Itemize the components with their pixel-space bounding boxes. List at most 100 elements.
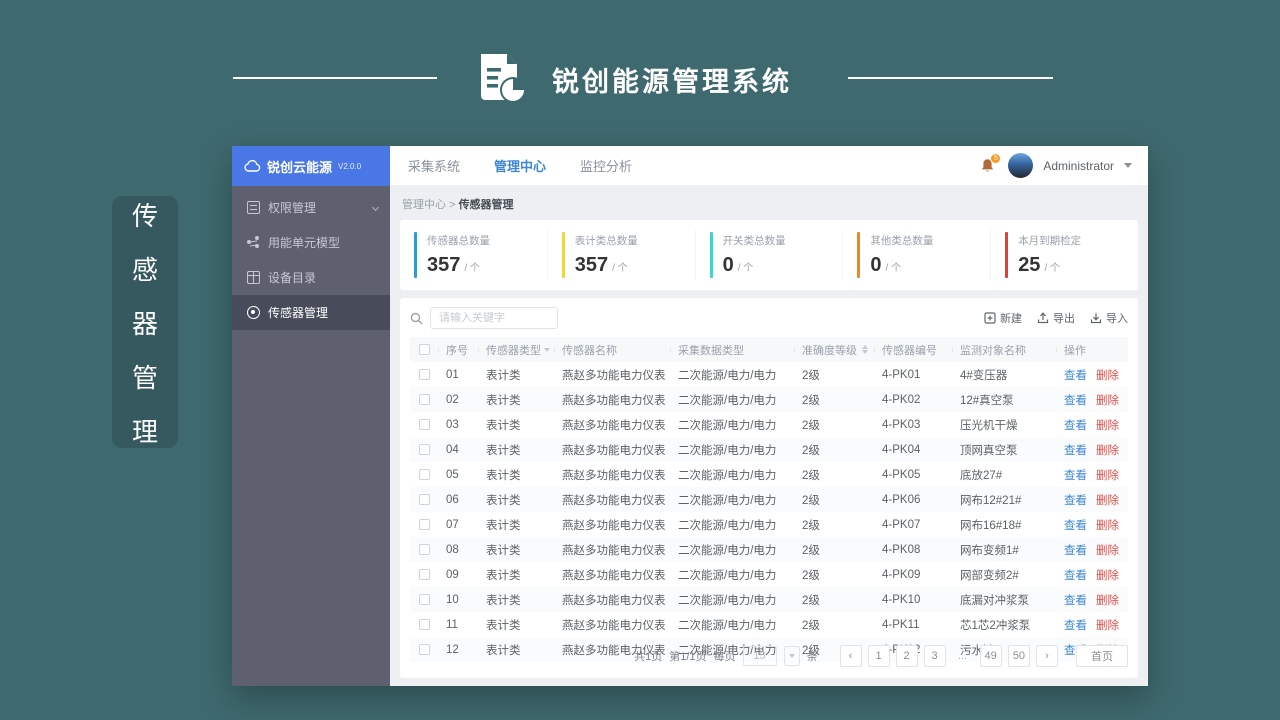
side-tag-char: 传 [131, 200, 158, 231]
prev-page-button[interactable]: ‹ [839, 645, 862, 667]
table-row[interactable]: 01 表计类 燕赵多功能电力仪表 二次能源/电力/电力 2级 4-PK01 4#… [410, 362, 1128, 387]
row-checkbox[interactable] [418, 394, 430, 405]
row-checkbox[interactable] [418, 594, 430, 605]
view-link[interactable]: 查看 [1064, 567, 1087, 583]
cell-sensor-name: 燕赵多功能电力仪表 [562, 544, 666, 557]
page-title: 锐创能源管理系统 [552, 67, 792, 97]
delete-link[interactable]: 删除 [1096, 467, 1119, 483]
cell-sensor-type: 表计类 [486, 494, 521, 507]
sidebar-item-permission-management[interactable]: 权限管理 [232, 190, 390, 225]
view-link[interactable]: 查看 [1064, 617, 1087, 633]
home-page-button[interactable]: 首页 [1076, 645, 1128, 667]
delete-link[interactable]: 删除 [1096, 442, 1119, 458]
table-row[interactable]: 11 表计类 燕赵多功能电力仪表 二次能源/电力/电力 2级 4-PK11 芯1… [410, 612, 1128, 637]
cell-sensor-name: 燕赵多功能电力仪表 [562, 444, 666, 457]
col-sensor-type[interactable]: 传感器类型 [478, 342, 554, 358]
side-tag-char: 感 [131, 254, 158, 285]
cell-no: 08 [446, 543, 459, 556]
row-checkbox[interactable] [418, 494, 430, 505]
view-link[interactable]: 查看 [1064, 517, 1087, 533]
col-accuracy[interactable]: 准确度等级 [794, 342, 874, 358]
search-input[interactable] [430, 307, 558, 329]
tab-collection-system[interactable]: 采集系统 [408, 156, 460, 175]
row-checkbox[interactable] [418, 469, 430, 480]
view-link[interactable]: 查看 [1064, 492, 1087, 508]
page-button[interactable]: 50 [1007, 645, 1030, 667]
per-page-stepper[interactable] [783, 646, 800, 666]
next-page-button[interactable]: › [1036, 645, 1058, 667]
cell-target-name: 网部变频2# [960, 569, 1019, 582]
header-divider-left [233, 77, 437, 79]
cell-sensor-type: 表计类 [486, 419, 521, 432]
delete-link[interactable]: 删除 [1096, 492, 1119, 508]
chevron-down-icon[interactable] [1124, 163, 1132, 168]
cell-sensor-code: 4-PK04 [882, 443, 921, 456]
cell-sensor-code: 4-PK07 [882, 518, 921, 531]
view-link[interactable]: 查看 [1064, 442, 1087, 458]
table-row[interactable]: 09 表计类 燕赵多功能电力仪表 二次能源/电力/电力 2级 4-PK09 网部… [410, 562, 1128, 587]
user-name[interactable]: Administrator [1043, 159, 1114, 173]
delete-link[interactable]: 删除 [1096, 542, 1119, 558]
delete-link[interactable]: 删除 [1096, 367, 1119, 383]
tab-management-center[interactable]: 管理中心 [494, 156, 546, 175]
sidebar-item-label: 传感器管理 [268, 306, 329, 320]
cell-target-name: 底漏对冲浆泵 [960, 594, 1029, 607]
table-row[interactable]: 05 表计类 燕赵多功能电力仪表 二次能源/电力/电力 2级 4-PK05 底放… [410, 462, 1128, 487]
avatar[interactable] [1008, 153, 1034, 178]
row-checkbox[interactable] [418, 569, 430, 580]
row-checkbox[interactable] [418, 444, 430, 455]
import-button[interactable]: 导入 [1090, 310, 1128, 326]
delete-link[interactable]: 删除 [1096, 567, 1119, 583]
delete-link[interactable]: 删除 [1096, 617, 1119, 633]
table-row[interactable]: 04 表计类 燕赵多功能电力仪表 二次能源/电力/电力 2级 4-PK04 顶网… [410, 437, 1128, 462]
sidebar-item-energy-unit-model[interactable]: 用能单元模型 [232, 225, 390, 260]
view-link[interactable]: 查看 [1064, 417, 1087, 433]
create-button[interactable]: 新建 [984, 310, 1022, 326]
view-link[interactable]: 查看 [1064, 592, 1087, 608]
row-checkbox[interactable] [418, 369, 430, 380]
view-link[interactable]: 查看 [1064, 542, 1087, 558]
top-nav: 采集系统 管理中心 监控分析 [408, 156, 632, 175]
page-button[interactable]: 1 [867, 645, 890, 667]
row-checkbox[interactable] [418, 419, 430, 430]
table-row[interactable]: 10 表计类 燕赵多功能电力仪表 二次能源/电力/电力 2级 4-PK10 底漏… [410, 587, 1128, 612]
cell-target-name: 顶网真空泵 [960, 444, 1018, 457]
table-row[interactable]: 06 表计类 燕赵多功能电力仪表 二次能源/电力/电力 2级 4-PK06 网布… [410, 487, 1128, 512]
sidebar-item-sensor-management[interactable]: 传感器管理 [232, 295, 390, 330]
notification-badge: 5 [990, 152, 1002, 164]
button-label: 导出 [1053, 313, 1075, 325]
breadcrumb-parent[interactable]: 管理中心 [402, 199, 446, 211]
cell-sensor-code: 4-PK03 [882, 418, 921, 431]
delete-link[interactable]: 删除 [1096, 392, 1119, 408]
row-checkbox[interactable] [418, 619, 430, 630]
table-card: 新建 导出 导入 序号 [400, 298, 1138, 678]
delete-link[interactable]: 删除 [1096, 417, 1119, 433]
cell-sensor-type: 表计类 [486, 569, 521, 582]
table-row[interactable]: 03 表计类 燕赵多功能电力仪表 二次能源/电力/电力 2级 4-PK03 压光… [410, 412, 1128, 437]
page-button[interactable]: 49 [979, 645, 1002, 667]
row-checkbox[interactable] [418, 519, 430, 530]
table-row[interactable]: 02 表计类 燕赵多功能电力仪表 二次能源/电力/电力 2级 4-PK02 12… [410, 387, 1128, 412]
cell-accuracy: 2级 [802, 569, 820, 582]
export-button[interactable]: 导出 [1037, 310, 1075, 326]
content-area: 管理中心 > 传感器管理 传感器总数量 357/ 个 表计类总数量 357 / … [390, 186, 1148, 686]
page-button[interactable]: 3 [923, 645, 946, 667]
table-row[interactable]: 08 表计类 燕赵多功能电力仪表 二次能源/电力/电力 2级 4-PK08 网布… [410, 537, 1128, 562]
tab-monitoring-analysis[interactable]: 监控分析 [580, 156, 632, 175]
per-page-input[interactable]: 15 [742, 646, 777, 666]
bell-icon[interactable]: 5 [980, 152, 1002, 175]
select-all-checkbox[interactable] [418, 344, 430, 355]
delete-link[interactable]: 删除 [1096, 517, 1119, 533]
stat-value: 357 [574, 254, 609, 276]
view-link[interactable]: 查看 [1064, 367, 1087, 383]
view-link[interactable]: 查看 [1064, 467, 1087, 483]
stat-color-bar [561, 232, 565, 278]
delete-link[interactable]: 删除 [1096, 592, 1119, 608]
table-row[interactable]: 07 表计类 燕赵多功能电力仪表 二次能源/电力/电力 2级 4-PK07 网布… [410, 512, 1128, 537]
side-tag-char: 管 [131, 362, 158, 393]
row-checkbox[interactable] [418, 544, 430, 555]
sidebar-item-device-catalog[interactable]: 设备目录 [232, 260, 390, 295]
page-button[interactable]: 2 [895, 645, 918, 667]
main-area: 采集系统 管理中心 监控分析 5 Administrator 管理中心 > 传感… [390, 146, 1148, 686]
view-link[interactable]: 查看 [1064, 392, 1087, 408]
